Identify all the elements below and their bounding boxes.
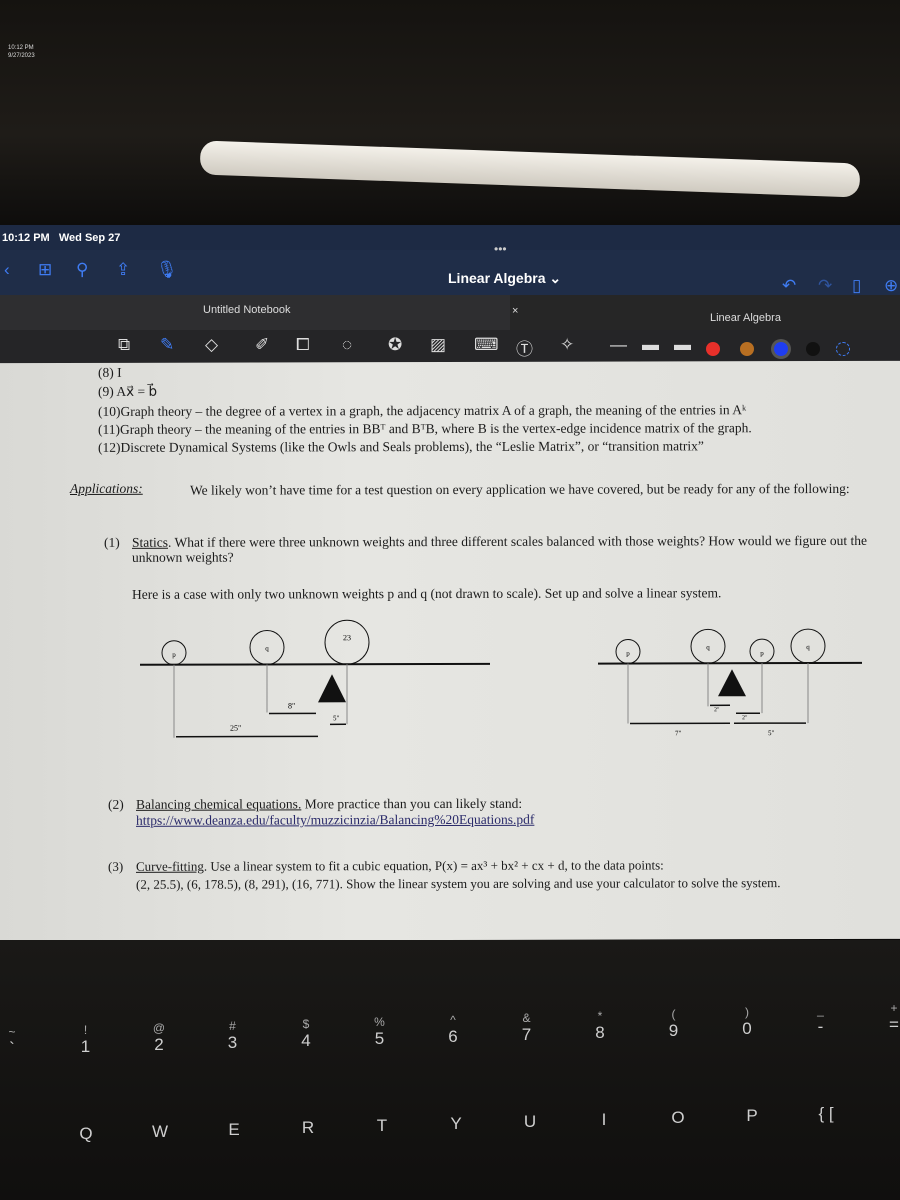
- fulcrum: [318, 674, 346, 703]
- sticker-icon[interactable]: ✪: [388, 335, 402, 355]
- tab-linear-algebra[interactable]: × Linear Algebra: [510, 295, 900, 330]
- seesaw-figure-1: p q 23 25" 8" 5": [140, 619, 490, 738]
- key-0[interactable]: ) 0: [727, 1005, 767, 1039]
- key-O[interactable]: O: [658, 1108, 698, 1128]
- svg-text:8": 8": [288, 701, 295, 710]
- svg-text:5": 5": [333, 714, 340, 722]
- status-bar: 10:12 PM Wed Sep 27: [0, 225, 900, 250]
- list-item: (10)Graph theory – the degree of a verte…: [98, 402, 747, 419]
- item-chemical-equations: (2) Balancing chemical equations. More pr…: [108, 795, 523, 812]
- shapes-icon[interactable]: ⧠: [296, 335, 310, 355]
- desktop-clock: 10:12 PM 9/27/2023: [8, 45, 35, 59]
- applications-text: We likely won’t have time for a test que…: [190, 480, 850, 498]
- key-Y[interactable]: Y: [436, 1114, 476, 1134]
- document-page: (8) I (9) Ax⃗ = b⃗ (10)Graph theory – th…: [0, 360, 900, 942]
- key-2[interactable]: @2: [139, 1021, 179, 1055]
- key-Q[interactable]: Q: [66, 1124, 106, 1144]
- item-statics: (1) Statics. What if there were three unk…: [104, 532, 868, 565]
- app-toolbar: ••• ‹ ⊞ ⚲ ⇪ 🎙 Linear Algebra ⌄ ↶ ↷ ▯ ⊕: [0, 242, 900, 296]
- key-4[interactable]: $4: [286, 1017, 326, 1051]
- add-page-icon[interactable]: ⊕: [884, 276, 898, 296]
- add-color-icon[interactable]: [836, 342, 850, 356]
- key-W[interactable]: W: [140, 1122, 180, 1142]
- key-I[interactable]: I: [584, 1110, 624, 1130]
- key-U[interactable]: U: [510, 1112, 550, 1132]
- key-P[interactable]: P: [732, 1106, 772, 1126]
- list-item: (12)Discrete Dynamical Systems (like the…: [98, 438, 704, 455]
- item-curve-fitting: (3) Curve-fitting. Use a linear system to…: [108, 857, 664, 874]
- laser-pointer-icon[interactable]: ✧: [560, 335, 574, 355]
- more-icon[interactable]: •••: [494, 242, 507, 256]
- zoom-window-icon[interactable]: ⧉: [118, 335, 130, 355]
- statics-instruction: Here is a case with only two unknown wei…: [132, 585, 722, 602]
- stroke-width-medium[interactable]: ▬: [642, 335, 659, 355]
- key-1[interactable]: ! 1: [66, 1023, 106, 1057]
- balancing-equations-link[interactable]: https://www.deanza.edu/faculty/muzzicinz…: [136, 812, 534, 828]
- key-T[interactable]: T: [362, 1116, 402, 1136]
- back-icon[interactable]: ‹: [4, 260, 10, 280]
- physical-keyboard: ~ ` ! 1 @2 #3 $4 % 5 ^ 6 & 7 * 8 (9 ) 0 _ - + = Q W E R T Y U I O P { [: [0, 940, 900, 1200]
- key-5[interactable]: % 5: [360, 1015, 400, 1049]
- key-=[interactable]: + =: [874, 1001, 900, 1035]
- list-item: (8) I: [98, 364, 122, 380]
- eraser-icon[interactable]: ◇: [205, 335, 218, 355]
- drawing-tools: ⧉ ✎ ◇ ✐ ⧠ ◌ ✪ ▨ ⌨ Ⓣ ✧ — ▬ ▬: [0, 330, 900, 365]
- pen-icon[interactable]: ✎: [160, 335, 174, 355]
- key-6[interactable]: ^ 6: [433, 1013, 473, 1047]
- list-item: (11)Graph theory – the meaning of the en…: [98, 420, 752, 437]
- color-red[interactable]: [706, 342, 720, 356]
- key-9[interactable]: (9: [654, 1007, 694, 1041]
- key-R[interactable]: R: [288, 1118, 328, 1138]
- share-icon[interactable]: ⇪: [116, 260, 130, 280]
- stroke-width-thick[interactable]: ▬: [674, 335, 691, 355]
- highlighter-icon[interactable]: ✐: [255, 335, 269, 355]
- color-brown[interactable]: [740, 342, 754, 356]
- svg-text:7": 7": [675, 729, 682, 737]
- key-7[interactable]: & 7: [507, 1011, 547, 1045]
- svg-text:23: 23: [343, 633, 351, 642]
- undo-icon[interactable]: ↶: [782, 276, 796, 296]
- color-blue-selected[interactable]: [774, 342, 788, 356]
- text-icon[interactable]: Ⓣ: [516, 335, 533, 360]
- key-8[interactable]: * 8: [580, 1009, 620, 1043]
- stroke-width-thin[interactable]: —: [610, 335, 627, 355]
- key-{ [[interactable]: { [: [806, 1104, 846, 1124]
- svg-text:p: p: [172, 651, 176, 659]
- svg-text:25": 25": [230, 724, 241, 733]
- svg-text:q: q: [706, 643, 710, 651]
- applications-heading: Applications:: [70, 480, 143, 496]
- key-`[interactable]: ~ `: [0, 1025, 32, 1059]
- grid-icon[interactable]: ⊞: [38, 260, 52, 280]
- microphone-icon[interactable]: 🎙: [156, 260, 178, 280]
- seesaw-figure-2: p q p q 7" 5" 2" 2": [598, 628, 862, 737]
- redo-icon[interactable]: ↷: [818, 276, 832, 296]
- photo-background: 10:12 PM 9/27/2023: [0, 0, 900, 225]
- image-icon[interactable]: ▨: [430, 335, 446, 355]
- tab-bar: Untitled Notebook × Linear Algebra: [0, 295, 900, 330]
- lasso-icon[interactable]: ◌: [342, 335, 352, 355]
- search-icon[interactable]: ⚲: [76, 260, 88, 280]
- key-3[interactable]: #3: [213, 1019, 253, 1053]
- bookmark-icon[interactable]: ▯: [852, 276, 861, 296]
- svg-text:q: q: [806, 643, 810, 651]
- key--[interactable]: _ -: [801, 1003, 841, 1037]
- svg-text:p: p: [626, 650, 630, 658]
- svg-text:q: q: [265, 644, 269, 652]
- key-E[interactable]: E: [214, 1120, 254, 1140]
- curve-fitting-points: (2, 25.5), (6, 178.5), (8, 291), (16, 77…: [136, 875, 781, 892]
- stylus-pencil: [199, 140, 861, 198]
- svg-text:2": 2": [742, 715, 748, 721]
- svg-text:p: p: [760, 649, 764, 657]
- tab-untitled-notebook[interactable]: Untitled Notebook: [0, 295, 510, 330]
- svg-text:5": 5": [768, 729, 775, 737]
- close-icon[interactable]: ×: [512, 305, 518, 317]
- document-title[interactable]: Linear Algebra ⌄: [448, 270, 561, 287]
- keyboard-icon[interactable]: ⌨: [474, 335, 499, 355]
- color-black[interactable]: [806, 342, 820, 356]
- list-item: (9) Ax⃗ = b⃗: [98, 383, 158, 399]
- svg-text:2": 2": [714, 707, 720, 713]
